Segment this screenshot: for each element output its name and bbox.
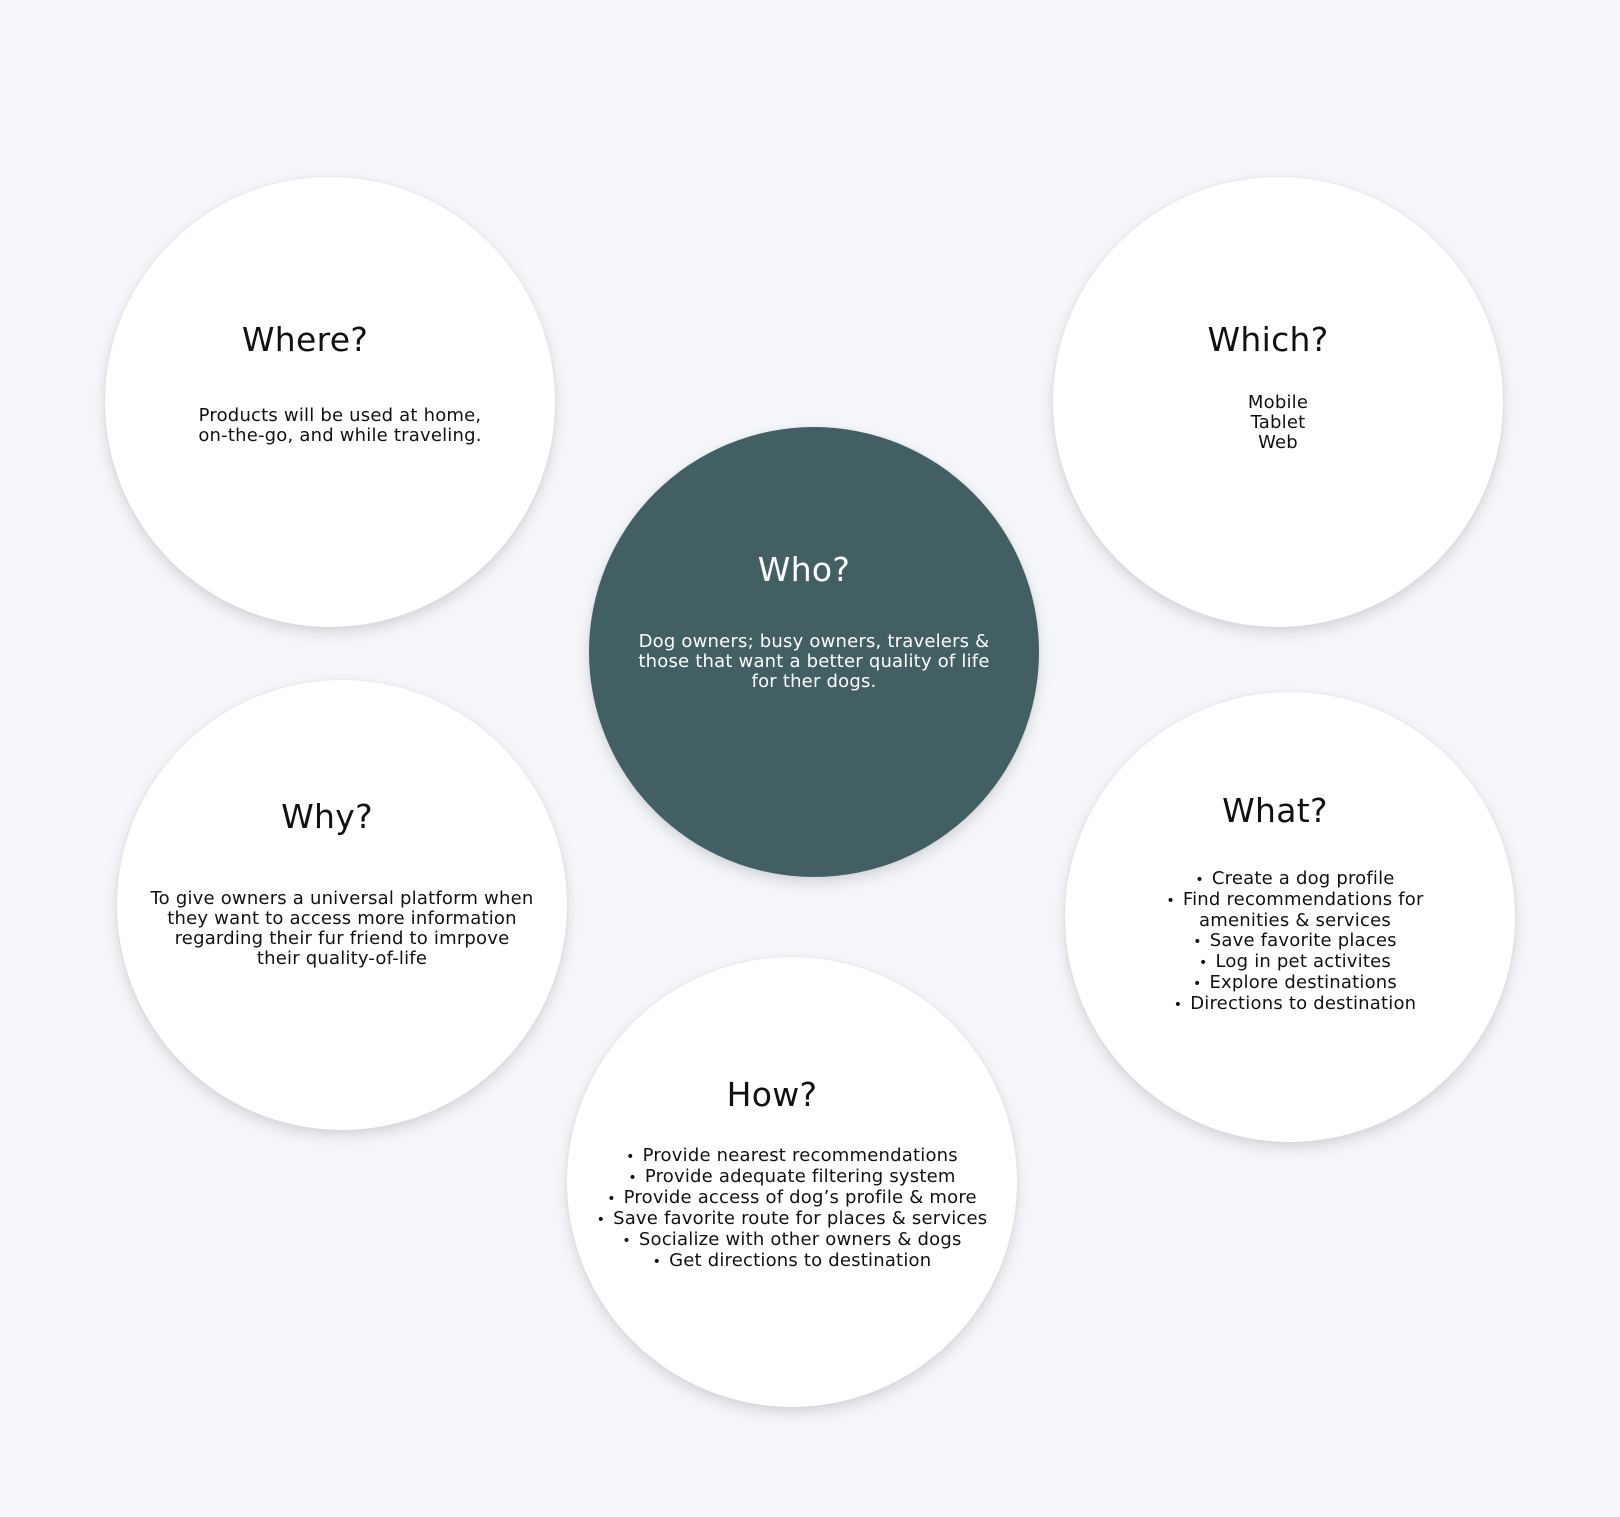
which-line: Web xyxy=(1258,432,1298,453)
why-bubble: Why? To give owners a universal platform… xyxy=(117,680,567,1130)
diagram-canvas: Where? Products will be used at home, on… xyxy=(0,0,1620,1517)
what-item: Save favorite places xyxy=(1085,931,1505,952)
how-item: Save favorite route for places & service… xyxy=(567,1209,1017,1230)
which-line: Mobile xyxy=(1247,392,1309,413)
how-item: Provide access of dog’s profile & more xyxy=(567,1188,1017,1209)
who-line: those that want a better quality of life xyxy=(638,651,990,672)
what-item: Create a dog profile xyxy=(1085,869,1505,890)
who-line: Dog owners; busy owners, travelers & xyxy=(638,631,990,652)
what-list: Create a dog profile Find recommendation… xyxy=(1085,869,1505,1015)
how-item: Socialize with other owners & dogs xyxy=(567,1230,1017,1251)
how-title: How? xyxy=(726,1075,818,1114)
what-item: Explore destinations xyxy=(1085,973,1505,994)
what-item: Find recommendations for amenities & ser… xyxy=(1085,890,1505,931)
which-line: Tablet xyxy=(1250,412,1306,433)
why-line: they want to access more information xyxy=(167,908,517,929)
how-item: Get directions to destination xyxy=(567,1251,1017,1272)
which-text: Mobile Tablet Web xyxy=(1128,393,1428,453)
why-text: To give owners a universal platform when… xyxy=(132,889,552,969)
why-title: Why? xyxy=(281,797,373,836)
where-text: Products will be used at home, on-the-go… xyxy=(175,406,505,446)
what-item: Directions to destination xyxy=(1085,994,1505,1015)
where-bubble: Where? Products will be used at home, on… xyxy=(105,177,555,627)
how-item: Provide nearest recommendations xyxy=(567,1146,1017,1167)
where-line: on-the-go, and while traveling. xyxy=(198,425,482,446)
what-item: Log in pet activites xyxy=(1085,952,1505,973)
which-bubble: Which? Mobile Tablet Web xyxy=(1053,177,1503,627)
why-line: To give owners a universal platform when xyxy=(150,888,534,909)
how-item: Provide adequate filtering system xyxy=(567,1167,1017,1188)
who-title: Who? xyxy=(757,550,851,589)
who-bubble: Who? Dog owners; busy owners, travelers … xyxy=(589,427,1039,877)
what-bubble: What? Create a dog profile Find recommen… xyxy=(1065,692,1515,1142)
where-line: Products will be used at home, xyxy=(198,405,482,426)
why-line: regarding their fur friend to imrpove xyxy=(174,928,510,949)
how-list: Provide nearest recommendations Provide … xyxy=(567,1146,1017,1272)
why-line: their quality-of-life xyxy=(256,948,428,969)
who-text: Dog owners; busy owners, travelers & tho… xyxy=(619,632,1009,692)
who-line: for ther dogs. xyxy=(751,671,877,692)
what-title: What? xyxy=(1222,791,1328,830)
where-title: Where? xyxy=(241,320,369,359)
how-bubble: How? Provide nearest recommendations Pro… xyxy=(567,957,1017,1407)
which-title: Which? xyxy=(1207,320,1329,359)
